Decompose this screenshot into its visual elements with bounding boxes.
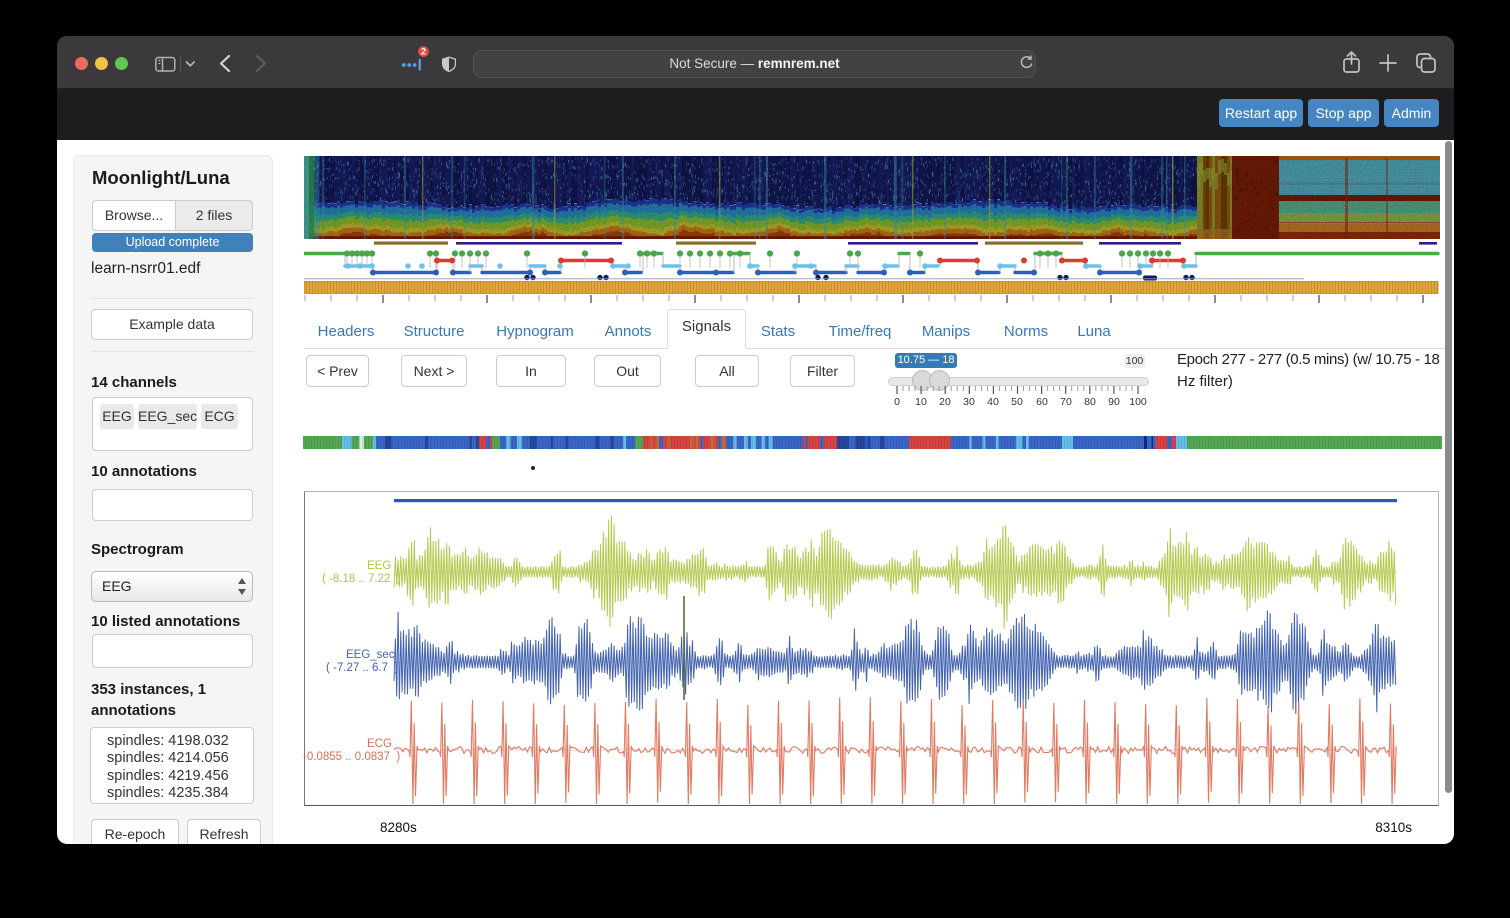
svg-text:2: 2 [421, 47, 426, 57]
